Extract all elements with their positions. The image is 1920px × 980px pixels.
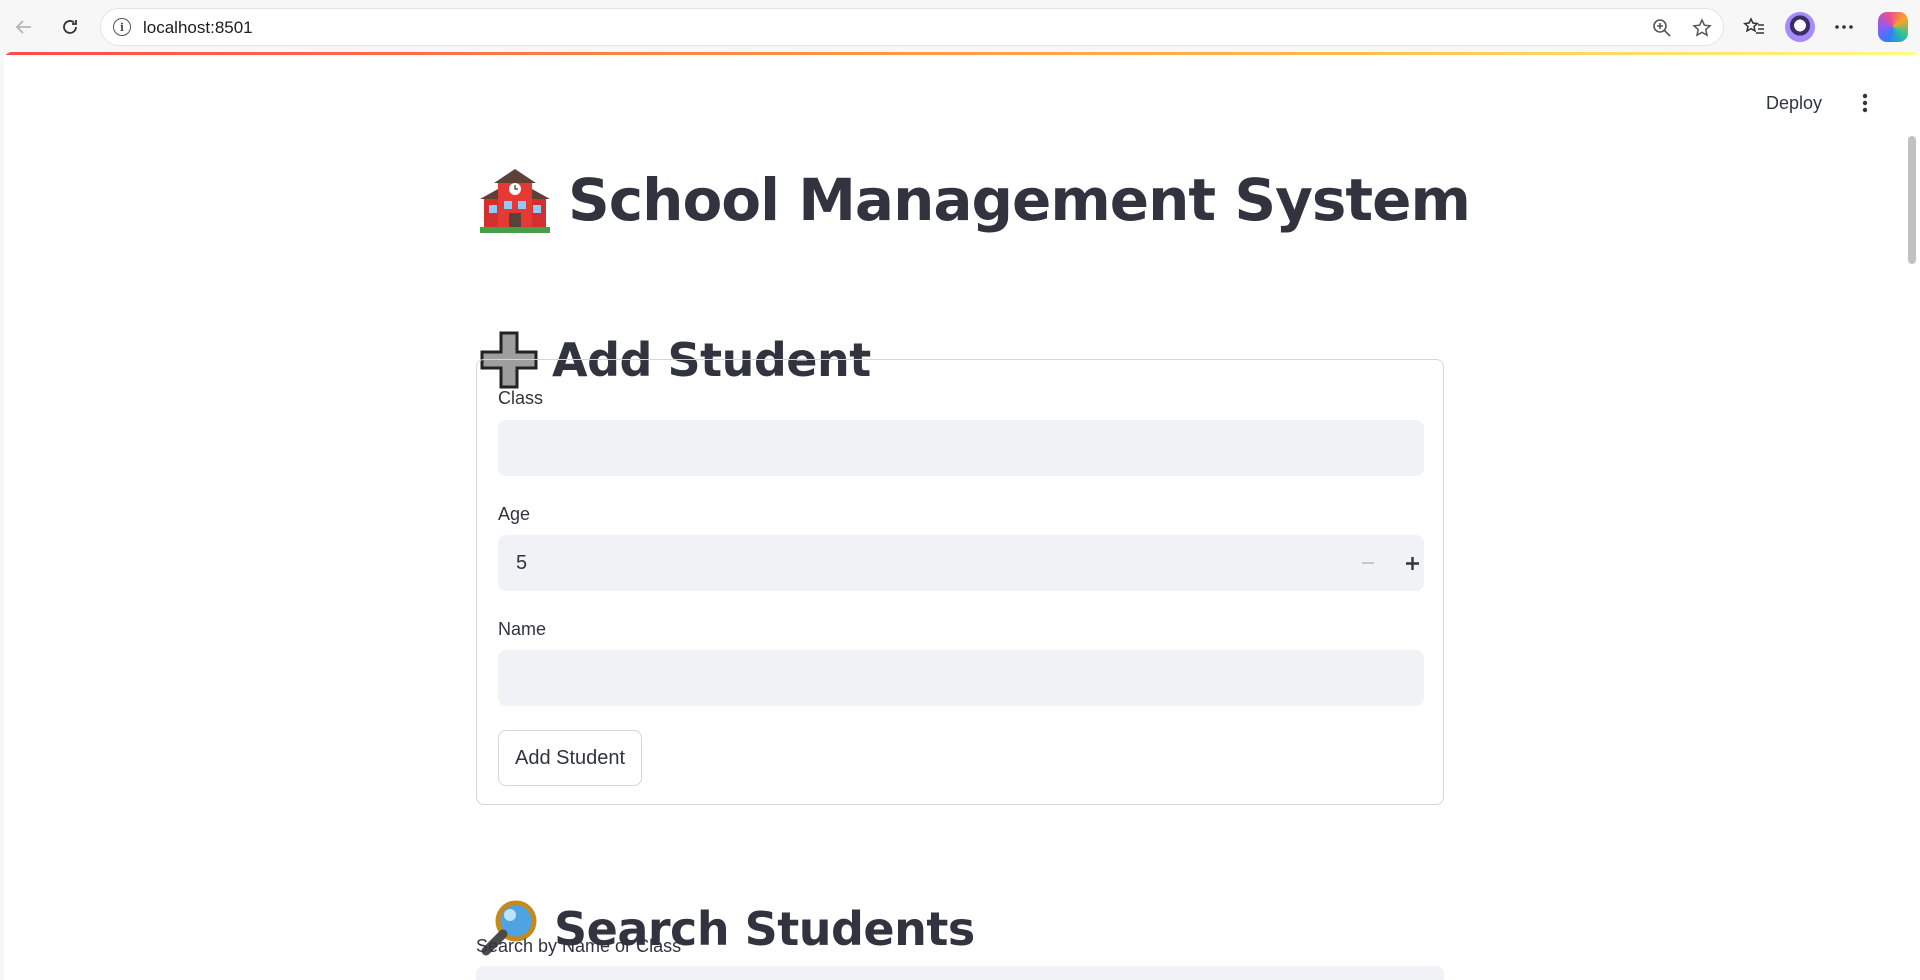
app-viewport: Deploy School Management System Add Stud… bbox=[4, 52, 1920, 980]
age-input[interactable]: 5 bbox=[498, 535, 1424, 591]
address-bar[interactable]: i localhost:8501 bbox=[100, 8, 1724, 46]
add-student-form: Class Age 5 Name Add Student bbox=[476, 359, 1444, 805]
class-input[interactable] bbox=[498, 420, 1424, 476]
back-arrow-icon[interactable] bbox=[8, 11, 40, 43]
more-icon[interactable] bbox=[1829, 12, 1859, 42]
search-label: Search by Name or Class bbox=[476, 936, 682, 956]
scrollbar[interactable] bbox=[1908, 136, 1916, 264]
page-title: School Management System bbox=[480, 160, 1471, 240]
add-student-button[interactable]: Add Student bbox=[498, 730, 643, 786]
name-input[interactable] bbox=[498, 650, 1424, 706]
favorite-star-icon[interactable] bbox=[1691, 17, 1713, 39]
refresh-icon[interactable] bbox=[54, 11, 86, 43]
profile-avatar[interactable] bbox=[1785, 12, 1815, 42]
browser-toolbar: i localhost:8501 bbox=[0, 0, 1920, 52]
url-text[interactable]: localhost:8501 bbox=[143, 18, 253, 38]
favorites-icon[interactable] bbox=[1739, 12, 1769, 42]
deploy-button[interactable]: Deploy bbox=[1756, 86, 1832, 120]
decrement-button[interactable] bbox=[1350, 545, 1386, 581]
decoration-bar bbox=[4, 52, 1920, 55]
zoom-icon[interactable] bbox=[1651, 17, 1673, 39]
name-label: Name bbox=[498, 619, 547, 639]
age-label: Age bbox=[498, 504, 531, 524]
search-input[interactable] bbox=[476, 966, 1444, 980]
school-icon bbox=[480, 167, 550, 233]
main-menu-icon[interactable] bbox=[1848, 86, 1882, 120]
age-value[interactable]: 5 bbox=[516, 535, 527, 591]
class-label: Class bbox=[498, 388, 544, 408]
page-title-text: School Management System bbox=[568, 166, 1471, 234]
increment-button[interactable] bbox=[1394, 545, 1430, 581]
copilot-icon[interactable] bbox=[1878, 12, 1908, 42]
info-icon[interactable]: i bbox=[113, 18, 131, 36]
